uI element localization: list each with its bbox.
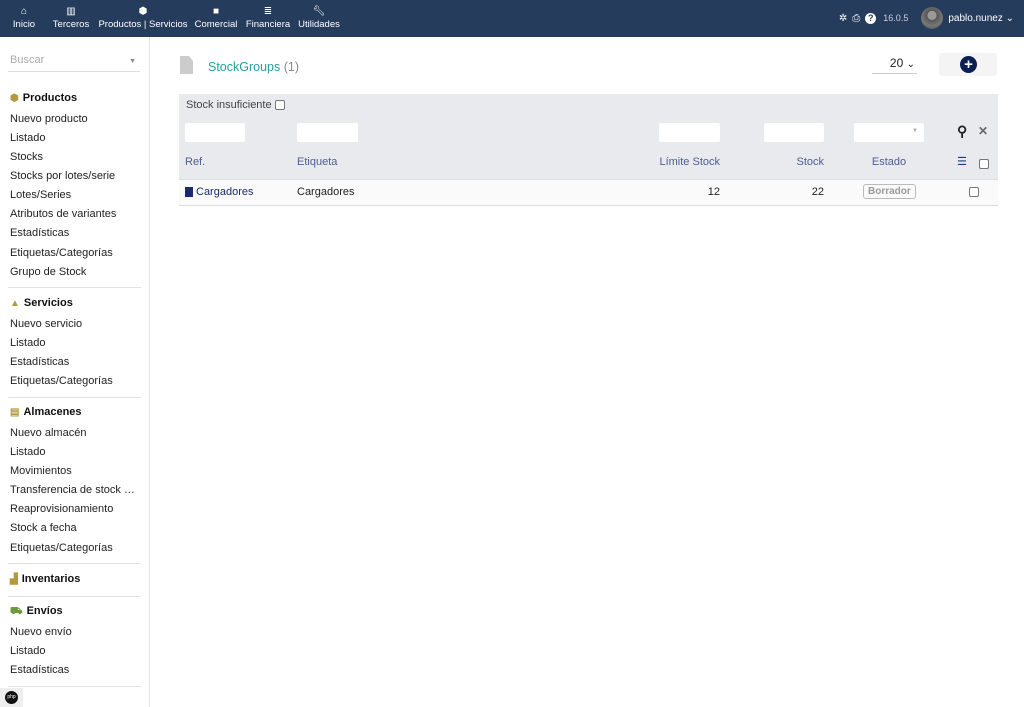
filter-stock-insuficiente: Stock insuficiente: [186, 99, 285, 111]
user-menu[interactable]: pablo.nunez ⌄: [948, 13, 1014, 24]
dolly-icon: ⛟: [10, 606, 23, 617]
row-stock: 22: [811, 186, 824, 198]
sidebar-heading-inventarios[interactable]: ▟ Inventarios: [10, 573, 80, 585]
version-label: 16.0.5: [883, 13, 909, 23]
divider: [8, 287, 141, 288]
sidebar-heading-productos[interactable]: ⬢ Productos: [10, 92, 77, 104]
col-limit[interactable]: Límite Stock: [619, 156, 720, 168]
sidebar-item[interactable]: Lotes/Series: [10, 189, 140, 201]
page-title: StockGroups (1): [208, 60, 300, 74]
sidebar-item[interactable]: Stocks: [10, 151, 140, 163]
filter-stock-input[interactable]: [764, 123, 824, 142]
sidebar-item[interactable]: Transferencia de stock en masa: [10, 484, 140, 496]
money-icon: ≣: [263, 6, 273, 17]
home-icon: ⌂: [20, 6, 28, 17]
page-size-select[interactable]: 20 ⌄: [872, 56, 917, 74]
sidebar-item[interactable]: Nuevo almacén: [10, 427, 140, 439]
print-icon[interactable]: ⎙: [852, 13, 860, 24]
wrench-icon: 🔧︎: [312, 6, 326, 17]
bug-icon[interactable]: ✲: [839, 13, 847, 24]
row-checkbox[interactable]: [969, 187, 979, 197]
sidebar-item[interactable]: Movimientos: [10, 465, 140, 477]
filter-label-input[interactable]: [297, 123, 358, 142]
document-icon: [180, 56, 193, 74]
php-icon: php: [5, 691, 18, 704]
row-limit: 12: [707, 186, 720, 198]
service-icon: ▲: [10, 298, 20, 309]
sidebar-item[interactable]: Estadísticas: [10, 356, 140, 368]
filter-area: Stock insuficiente ▼ ⚲ ✕ Ref. Etiqueta L…: [179, 94, 998, 179]
column-list-icon[interactable]: ☰: [957, 155, 967, 168]
avatar[interactable]: [921, 7, 944, 29]
chevron-down-icon: ⌄: [1005, 12, 1014, 24]
sidebar: Buscar ▼ ⬢ Productos Nuevo producto Listad…: [0, 37, 150, 707]
sidebar-item[interactable]: Atributos de variantes: [10, 208, 140, 220]
sidebar-heading-almacenes[interactable]: ▤ Almacenes: [10, 406, 82, 418]
sidebar-item[interactable]: Grupo de Stock: [10, 266, 140, 278]
nav-inicio[interactable]: ⌂ Inicio: [10, 6, 38, 30]
row-ref-link[interactable]: Cargadores: [196, 186, 253, 198]
warehouse-icon: ▤: [10, 407, 20, 418]
boxes-icon: ▟: [10, 574, 18, 585]
sidebar-item[interactable]: Nuevo producto: [10, 113, 140, 125]
col-label[interactable]: Etiqueta: [297, 156, 337, 168]
nav-terceros[interactable]: ▥ Terceros: [52, 6, 90, 30]
plus-circle-icon: +: [960, 56, 977, 73]
sidebar-item[interactable]: Listado: [10, 645, 140, 657]
col-status[interactable]: Estado: [854, 156, 924, 168]
col-ref[interactable]: Ref.: [185, 156, 205, 168]
sidebar-item[interactable]: Listado: [10, 446, 140, 458]
divider: [8, 686, 141, 687]
sidebar-item[interactable]: Etiquetas/Categorías: [10, 247, 140, 259]
sidebar-item[interactable]: Etiquetas/Categorías: [10, 542, 140, 554]
add-button[interactable]: +: [939, 53, 997, 76]
filter-status-select[interactable]: ▼: [854, 123, 924, 142]
filter-ref-input[interactable]: [185, 123, 245, 142]
building-icon: ▥: [66, 6, 76, 17]
username: pablo.nunez: [948, 12, 1003, 24]
status-badge: Borrador: [863, 184, 916, 199]
cube-icon: ⬢: [138, 6, 148, 17]
search-placeholder: Buscar: [10, 54, 45, 66]
sidebar-item[interactable]: Estadísticas: [10, 227, 140, 239]
nav-utilidades[interactable]: 🔧︎ Utilidades: [297, 6, 341, 30]
clear-filter-icon[interactable]: ✕: [978, 124, 988, 138]
nav-financiera[interactable]: ≣ Financiera: [245, 6, 291, 30]
table-row: Cargadores Cargadores 12 22 Borrador: [179, 179, 998, 206]
chevron-down-icon: ▼: [912, 128, 918, 134]
chevron-down-icon: ⌄: [906, 59, 915, 70]
sidebar-item[interactable]: Nuevo servicio: [10, 318, 140, 330]
php-debugbar-button[interactable]: php: [0, 688, 23, 707]
stock-insuficiente-checkbox[interactable]: [274, 100, 285, 111]
nav-productos-servicios[interactable]: ⬢ Productos | Servicios: [98, 6, 188, 42]
filter-limit-input[interactable]: [659, 123, 720, 142]
sidebar-heading-envios[interactable]: ⛟ Envíos: [10, 605, 63, 619]
sidebar-item[interactable]: Listado: [10, 132, 140, 144]
help-icon[interactable]: ?: [865, 12, 877, 24]
search-input[interactable]: Buscar ▼: [8, 54, 140, 72]
sidebar-item[interactable]: Etiquetas/Categorías: [10, 375, 140, 387]
briefcase-icon: ■: [212, 6, 220, 17]
divider: [8, 563, 141, 564]
divider: [8, 397, 141, 398]
divider: [8, 596, 141, 597]
document-icon: [185, 187, 193, 197]
sidebar-item[interactable]: Listado: [10, 337, 140, 349]
top-navbar: ⌂ Inicio ▥ Terceros ⬢ Productos | Servicios…: [0, 0, 1024, 42]
select-all-checkbox[interactable]: [979, 159, 989, 169]
sidebar-heading-servicios[interactable]: ▲ Servicios: [10, 297, 73, 309]
cube-icon: ⬢: [10, 93, 19, 104]
sidebar-item[interactable]: Reaprovisionamiento: [10, 503, 140, 515]
row-label: Cargadores: [297, 186, 355, 198]
sidebar-item[interactable]: Stocks por lotes/serie: [10, 170, 140, 182]
sidebar-item[interactable]: Stock a fecha: [10, 522, 140, 534]
chevron-down-icon: ▼: [129, 58, 136, 65]
record-count: (1): [283, 60, 300, 74]
col-stock[interactable]: Stock: [739, 156, 824, 168]
search-icon[interactable]: ⚲: [957, 123, 967, 140]
nav-comercial[interactable]: ■ Comercial: [194, 6, 238, 30]
sidebar-item[interactable]: Estadísticas: [10, 664, 140, 676]
sidebar-item[interactable]: Nuevo envío: [10, 626, 140, 638]
